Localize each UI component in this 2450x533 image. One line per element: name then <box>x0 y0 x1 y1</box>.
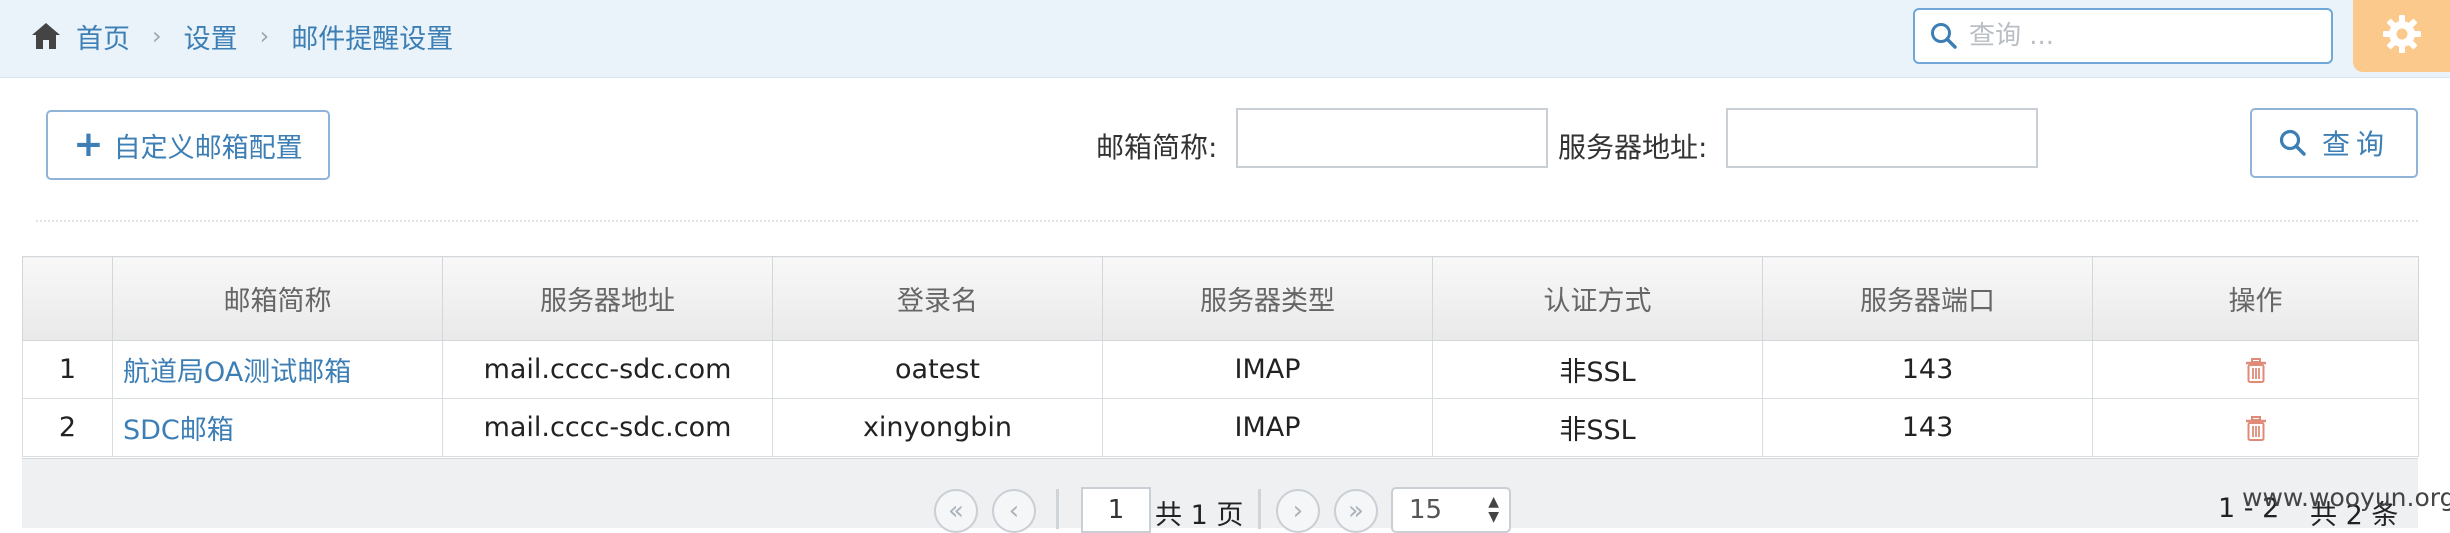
query-label: 查询 <box>2321 128 2390 161</box>
top-bar: 首页 › 设置 › 邮件提醒设置 <box>0 0 2450 78</box>
column-header-server-type[interactable]: 服务器类型 <box>1102 256 1433 341</box>
trash-icon[interactable] <box>2245 415 2267 442</box>
select-arrows-icon: ▲ ▼ <box>1488 494 1499 525</box>
login-name-cell: oatest <box>772 340 1103 399</box>
breadcrumb: 首页 › 设置 › 邮件提醒设置 <box>30 0 453 72</box>
login-name-cell: xinyongbin <box>772 398 1103 457</box>
pager-divider <box>1258 489 1261 529</box>
mailbox-name-input[interactable] <box>1236 108 1548 168</box>
total-pages-text: 共 1 页 <box>1155 500 1244 531</box>
home-icon[interactable] <box>30 21 62 51</box>
breadcrumb-item-mail-reminder[interactable]: 邮件提醒设置 <box>291 17 453 56</box>
table-header-row: 邮箱简称 服务器地址 登录名 服务器类型 认证方式 服务器端口 操作 <box>22 256 2419 341</box>
mailbox-name-link[interactable]: SDC邮箱 <box>112 398 443 457</box>
breadcrumb-item-settings[interactable]: 设置 <box>184 17 238 56</box>
search-box[interactable] <box>1913 8 2333 64</box>
pagination-bar: « ‹ 共 1 页 › » 15 ▲▼ 1 - 2 共 2 条 <box>22 458 2418 533</box>
page-size-value: 15 <box>1409 495 1443 525</box>
column-header-server-port[interactable]: 服务器端口 <box>1762 256 2093 341</box>
server-address-cell: mail.cccc-sdc.com <box>442 398 773 457</box>
server-port-cell: 143 <box>1762 398 2093 457</box>
search-icon <box>2278 128 2308 158</box>
add-custom-mailbox-button[interactable]: + 自定义邮箱配置 <box>46 110 330 180</box>
actions-cell <box>2092 340 2419 399</box>
row-index: 1 <box>22 340 113 399</box>
server-type-cell: IMAP <box>1102 398 1433 457</box>
server-type-cell: IMAP <box>1102 340 1433 399</box>
column-header-server-address[interactable]: 服务器地址 <box>442 256 773 341</box>
actions-cell <box>2092 398 2419 457</box>
gear-icon <box>2380 12 2424 60</box>
last-page-icon[interactable]: » <box>1334 489 1378 533</box>
column-header-auth-method[interactable]: 认证方式 <box>1432 256 1763 341</box>
page-number-input[interactable] <box>1081 487 1151 533</box>
chevron-right-icon: › <box>152 22 162 50</box>
mailbox-table: 邮箱简称 服务器地址 登录名 服务器类型 认证方式 服务器端口 操作 1 航道局… <box>22 256 2419 457</box>
page-size-select[interactable]: 15 ▲ ▼ <box>1391 487 1511 533</box>
watermark: www.wooyun.org <box>2242 483 2450 512</box>
auth-method-cell: 非SSL <box>1432 340 1763 399</box>
pager-divider <box>1056 489 1059 529</box>
chevron-right-icon: › <box>259 22 270 50</box>
auth-method-cell: 非SSL <box>1432 398 1763 457</box>
table-row[interactable]: 1 航道局OA测试邮箱 mail.cccc-sdc.com oatest IMA… <box>22 340 2419 399</box>
search-icon <box>1929 21 1959 51</box>
column-header-actions: 操作 <box>2092 256 2419 341</box>
column-header-index <box>22 256 113 341</box>
plus-icon: + <box>73 124 104 165</box>
server-address-label: 服务器地址: <box>1558 131 1708 164</box>
breadcrumb-item-home[interactable]: 首页 <box>76 17 130 56</box>
server-address-input[interactable] <box>1726 108 2038 168</box>
add-custom-mailbox-label: 自定义邮箱配置 <box>113 132 303 164</box>
next-page-icon[interactable]: › <box>1276 489 1320 533</box>
search-input[interactable] <box>1969 21 2329 51</box>
column-header-mailbox-name[interactable]: 邮箱简称 <box>112 256 443 341</box>
mailbox-name-link[interactable]: 航道局OA测试邮箱 <box>112 340 443 399</box>
server-port-cell: 143 <box>1762 340 2093 399</box>
mailbox-name-label: 邮箱简称: <box>1096 131 1218 164</box>
row-index: 2 <box>22 398 113 457</box>
table-row[interactable]: 2 SDC邮箱 mail.cccc-sdc.com xinyongbin IMA… <box>22 398 2419 457</box>
column-header-login-name[interactable]: 登录名 <box>772 256 1103 341</box>
query-button[interactable]: 查询 <box>2250 108 2418 178</box>
first-page-icon[interactable]: « <box>934 489 978 533</box>
server-address-cell: mail.cccc-sdc.com <box>442 340 773 399</box>
trash-icon[interactable] <box>2245 357 2267 384</box>
settings-button[interactable] <box>2353 0 2450 72</box>
prev-page-icon[interactable]: ‹ <box>992 489 1036 533</box>
divider <box>36 220 2418 222</box>
